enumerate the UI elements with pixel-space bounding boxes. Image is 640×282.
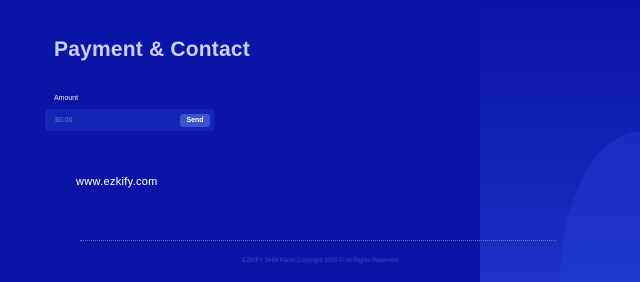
- amount-field-group: Send: [45, 109, 214, 131]
- send-button[interactable]: Send: [180, 114, 210, 127]
- amount-input[interactable]: [51, 113, 179, 127]
- page-title: Payment & Contact: [54, 38, 250, 61]
- amount-label: Amount: [54, 95, 79, 102]
- website-link[interactable]: www.ezkify.com: [76, 176, 158, 188]
- footer-copyright: EZKIFY SHM Panel Copyright 2025 © All Ri…: [242, 258, 398, 264]
- footer-divider: [80, 240, 556, 241]
